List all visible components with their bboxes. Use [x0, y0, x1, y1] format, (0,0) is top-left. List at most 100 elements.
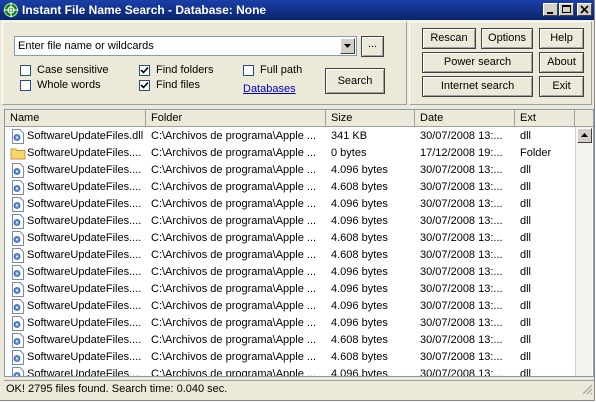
cell-name: SoftwareUpdateFiles....: [27, 283, 142, 295]
table-row[interactable]: SoftwareUpdateFiles.... C:\Archivos de pr…: [5, 179, 575, 196]
cell-size: 4.096 bytes: [331, 300, 388, 312]
table-row[interactable]: SoftwareUpdateFiles.dll C:\Archivos de pr…: [5, 128, 575, 145]
cell-size: 0 bytes: [331, 147, 367, 159]
cell-size: 4.608 bytes: [331, 351, 388, 363]
cell-name: SoftwareUpdateFiles....: [27, 334, 142, 346]
table-row[interactable]: SoftwareUpdateFiles.... C:\Archivos de pr…: [5, 213, 575, 230]
databases-link[interactable]: Databases: [243, 83, 296, 95]
checkbox-box: [20, 65, 31, 76]
help-button[interactable]: Help: [539, 28, 584, 49]
table-row[interactable]: SoftwareUpdateFiles.... C:\Archivos de pr…: [5, 162, 575, 179]
cell-ext: Folder: [520, 147, 552, 159]
title-bar[interactable]: Instant File Name Search - Database: Non…: [0, 0, 594, 20]
dll-file-icon: [12, 265, 24, 280]
arrow-up-icon: [581, 133, 588, 137]
cell-date: 17/12/2008 19:...: [420, 147, 503, 159]
cell-ext: dll: [520, 130, 532, 142]
search-button[interactable]: Search: [325, 68, 385, 94]
maximize-button[interactable]: [559, 3, 574, 16]
resize-grip-icon[interactable]: [581, 383, 593, 395]
cell-date: 30/07/2008 13:...: [420, 164, 503, 176]
cell-date: 30/07/2008 13:...: [420, 351, 503, 363]
search-input[interactable]: Enter file name or wildcards: [14, 36, 357, 56]
column-header-folder[interactable]: Folder: [146, 110, 326, 126]
options-button[interactable]: Options: [481, 28, 533, 49]
cell-date: 30/07/2008 13:...: [420, 266, 503, 278]
cell-size: 4.096 bytes: [331, 283, 388, 295]
cell-ext: dll: [520, 249, 532, 261]
table-row[interactable]: SoftwareUpdateFiles.... C:\Archivos de pr…: [5, 366, 575, 376]
chevron-down-icon: [344, 44, 351, 48]
dll-file-icon: [12, 282, 24, 297]
cell-ext: dll: [520, 334, 532, 346]
vertical-scrollbar[interactable]: [575, 127, 592, 376]
minimize-button[interactable]: [543, 3, 558, 16]
cell-date: 30/07/2008 13:...: [420, 334, 503, 346]
cell-folder: C:\Archivos de programa\Apple ...: [151, 164, 317, 176]
table-row[interactable]: SoftwareUpdateFiles.... C:\Archivos de pr…: [5, 298, 575, 315]
cell-folder: C:\Archivos de programa\Apple ...: [151, 232, 317, 244]
table-row[interactable]: SoftwareUpdateFiles.... C:\Archivos de pr…: [5, 145, 575, 162]
cell-folder: C:\Archivos de programa\Apple ...: [151, 130, 317, 142]
table-row[interactable]: SoftwareUpdateFiles.... C:\Archivos de pr…: [5, 315, 575, 332]
cell-size: 4.096 bytes: [331, 198, 388, 210]
cell-folder: C:\Archivos de programa\Apple ...: [151, 300, 317, 312]
cell-name: SoftwareUpdateFiles....: [27, 164, 142, 176]
cell-date: 30/07/2008 13:...: [420, 283, 503, 295]
cell-folder: C:\Archivos de programa\Apple ...: [151, 334, 317, 346]
column-header-size[interactable]: Size: [326, 110, 415, 126]
rescan-button[interactable]: Rescan: [422, 28, 476, 49]
column-header-filler: [575, 110, 593, 126]
table-row[interactable]: SoftwareUpdateFiles.... C:\Archivos de pr…: [5, 247, 575, 264]
internet-search-button[interactable]: Internet search: [422, 76, 533, 97]
exit-button[interactable]: Exit: [539, 76, 584, 97]
cell-folder: C:\Archivos de programa\Apple ...: [151, 317, 317, 329]
cell-name: SoftwareUpdateFiles....: [27, 266, 142, 278]
table-row[interactable]: SoftwareUpdateFiles.... C:\Archivos de pr…: [5, 196, 575, 213]
results-list[interactable]: Name Folder Size Date Ext SoftwareUpdate…: [4, 109, 594, 377]
table-row[interactable]: SoftwareUpdateFiles.... C:\Archivos de pr…: [5, 281, 575, 298]
cell-folder: C:\Archivos de programa\Apple ...: [151, 215, 317, 227]
cell-folder: C:\Archivos de programa\Apple ...: [151, 351, 317, 363]
app-logo-icon: [3, 2, 19, 18]
cell-date: 30/07/2008 13:...: [420, 215, 503, 227]
checkbox-box: [139, 65, 150, 76]
dll-file-icon: [12, 180, 24, 195]
cell-date: 30/07/2008 13:...: [420, 317, 503, 329]
dll-file-icon: [12, 333, 24, 348]
checkbox-box: [139, 80, 150, 91]
cell-name: SoftwareUpdateFiles....: [27, 249, 142, 261]
dll-file-icon: [12, 367, 24, 376]
checkbox-box: [20, 80, 31, 91]
search-dropdown-button[interactable]: [340, 38, 355, 54]
status-bar: OK! 2795 files found. Search time: 0.040…: [4, 380, 594, 396]
power-search-button[interactable]: Power search: [422, 52, 533, 73]
table-row[interactable]: SoftwareUpdateFiles.... C:\Archivos de pr…: [5, 230, 575, 247]
cell-name: SoftwareUpdateFiles....: [27, 215, 142, 227]
cell-name: SoftwareUpdateFiles....: [27, 300, 142, 312]
cell-ext: dll: [520, 215, 532, 227]
table-row[interactable]: SoftwareUpdateFiles.... C:\Archivos de pr…: [5, 349, 575, 366]
cell-date: 30/07/2008 13:...: [420, 130, 503, 142]
cell-ext: dll: [520, 181, 532, 193]
checkbox-label: Whole words: [37, 79, 101, 91]
column-header-name[interactable]: Name: [5, 110, 146, 126]
cell-name: SoftwareUpdateFiles....: [27, 351, 142, 363]
scroll-up-button[interactable]: [577, 128, 592, 143]
cell-ext: dll: [520, 317, 532, 329]
cell-date: 30/07/2008 13:...: [420, 198, 503, 210]
table-row[interactable]: SoftwareUpdateFiles.... C:\Archivos de pr…: [5, 264, 575, 281]
cell-size: 4.608 bytes: [331, 232, 388, 244]
column-header-ext[interactable]: Ext: [515, 110, 575, 126]
browse-button[interactable]: ...: [361, 36, 384, 57]
close-button[interactable]: [577, 3, 592, 16]
cell-size: 341 KB: [331, 130, 368, 142]
window-title: Instant File Name Search - Database: Non…: [22, 3, 267, 17]
cell-ext: dll: [520, 300, 532, 312]
about-button[interactable]: About: [539, 52, 584, 73]
table-row[interactable]: SoftwareUpdateFiles.... C:\Archivos de pr…: [5, 332, 575, 349]
column-header-date[interactable]: Date: [415, 110, 515, 126]
dll-file-icon: [12, 214, 24, 229]
dll-file-icon: [12, 350, 24, 365]
dll-file-icon: [12, 316, 24, 331]
